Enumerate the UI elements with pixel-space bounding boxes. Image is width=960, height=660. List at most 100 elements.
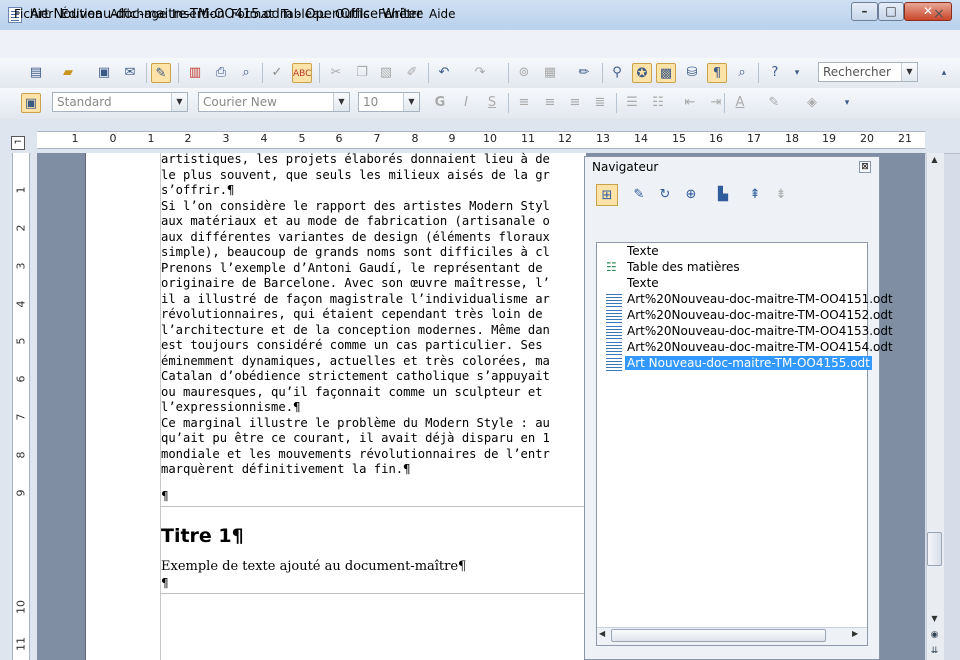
menu-outils[interactable]: Outils: [335, 7, 370, 21]
font-size-select[interactable]: 10 ▼: [358, 92, 420, 112]
align-right-icon[interactable]: ≡: [565, 93, 585, 113]
document-line: aux différentes variantes de design (élé…: [161, 229, 550, 244]
paste-icon[interactable]: ▧: [376, 63, 396, 83]
scroll-down-arrow[interactable]: ▼: [927, 612, 942, 626]
new-document-icon[interactable]: ▤: [26, 63, 46, 83]
numbering-icon[interactable]: ☰: [622, 93, 642, 113]
document-line: ou mauresques, qu’il façonnait comme un …: [161, 384, 550, 399]
font-color-icon[interactable]: A: [730, 93, 750, 113]
font-size-arrow[interactable]: ▼: [403, 93, 419, 111]
toolbar-chevron-icon[interactable]: ▴: [938, 63, 950, 83]
close-document-icon[interactable]: ×: [933, 6, 945, 22]
maximize-button[interactable]: □: [878, 2, 904, 21]
edit-mode-icon[interactable]: ✎: [151, 63, 171, 83]
nav-item-toc[interactable]: Table des matières: [627, 260, 740, 274]
bold-icon[interactable]: G: [430, 93, 450, 113]
align-left-icon[interactable]: ≡: [514, 93, 534, 113]
nav-item-document[interactable]: Art%20Nouveau-doc-maitre-TM-OO4154.odt: [627, 340, 893, 354]
align-center-icon[interactable]: ≡: [540, 93, 560, 113]
navigation-target-icon[interactable]: ◉: [927, 628, 942, 642]
insert-icon[interactable]: ⊕: [680, 184, 702, 206]
move-down-icon[interactable]: ⇟: [770, 184, 792, 206]
menu-edition[interactable]: Édition: [61, 7, 103, 21]
highlight-icon[interactable]: ✎: [764, 93, 784, 113]
vertical-scrollbar[interactable]: [926, 153, 944, 660]
navigator-scroll-thumb[interactable]: [611, 629, 826, 642]
underline-icon[interactable]: S: [482, 93, 502, 113]
nav-item-document[interactable]: Art%20Nouveau-doc-maitre-TM-OO4152.odt: [627, 308, 893, 322]
close-button[interactable]: ✕: [904, 2, 952, 21]
nav-item-text[interactable]: Texte: [627, 244, 659, 258]
redo-icon[interactable]: ↷: [470, 63, 490, 83]
print-preview-icon[interactable]: ⌕: [236, 63, 256, 83]
menu-insertion[interactable]: Insertion: [172, 7, 225, 21]
cut-icon[interactable]: ✂: [326, 63, 346, 83]
search-dropdown-arrow[interactable]: ▼: [901, 63, 917, 81]
spellcheck-icon[interactable]: ✓: [267, 63, 287, 83]
scrollbar-thumb[interactable]: [927, 532, 942, 566]
menu-tableau[interactable]: Tableau: [281, 7, 327, 21]
italic-icon[interactable]: I: [456, 93, 476, 113]
font-name-select[interactable]: Courier New ▼: [198, 92, 350, 112]
open-folder-icon[interactable]: ▰: [58, 63, 78, 83]
menu-fichier[interactable]: Fichier: [14, 7, 53, 21]
increase-indent-icon[interactable]: ⇥: [706, 93, 726, 113]
draw-functions-icon[interactable]: ✏: [574, 63, 594, 83]
formatting-marks-icon[interactable]: ¶: [707, 63, 727, 83]
ruler-tick-label: 20: [860, 132, 874, 145]
navigator-icon[interactable]: ✪: [632, 63, 652, 83]
edit-icon[interactable]: ✎: [628, 184, 650, 206]
print-icon[interactable]: ⎙: [211, 63, 231, 83]
data-sources-icon[interactable]: ⛁: [682, 63, 702, 83]
undo-icon[interactable]: ↶: [434, 63, 454, 83]
nav-item-text[interactable]: Texte: [627, 276, 659, 290]
hyperlink-icon[interactable]: ⊚: [514, 63, 534, 83]
save-icon[interactable]: ▣: [94, 63, 114, 83]
menu-affichage[interactable]: Affichage: [110, 7, 166, 21]
scroll-up-arrow[interactable]: ▲: [927, 153, 942, 167]
nav-item-document[interactable]: Art%20Nouveau-doc-maitre-TM-OO4153.odt: [627, 324, 893, 338]
justify-icon[interactable]: ≣: [590, 93, 610, 113]
nav-item-document-selected[interactable]: Art Nouveau-doc-maitre-TM-OO4155.odt: [625, 356, 872, 370]
save-contents-icon[interactable]: ▙: [712, 184, 734, 206]
help-icon[interactable]: ?: [765, 63, 785, 83]
format-paintbrush-icon[interactable]: ✐: [402, 63, 422, 83]
scroll-left-arrow[interactable]: ◀: [599, 629, 605, 638]
paragraph-style-arrow[interactable]: ▼: [171, 93, 187, 111]
ruler-tick-label: 4: [260, 132, 268, 145]
scroll-right-arrow[interactable]: ▶: [852, 629, 858, 638]
copy-icon[interactable]: ❐: [352, 63, 372, 83]
search-input[interactable]: Rechercher ▼: [818, 62, 918, 82]
tab-type-selector[interactable]: ⌐: [11, 136, 25, 150]
menu-fenetre[interactable]: Fenêtre: [378, 7, 423, 21]
navigator-close-button[interactable]: ⊠: [859, 161, 871, 173]
menu-aide[interactable]: Aide: [429, 7, 456, 21]
menu-format[interactable]: Format: [231, 7, 273, 21]
nav-item-document[interactable]: Art%20Nouveau-doc-maitre-TM-OO4151.odt: [627, 292, 893, 306]
export-pdf-icon[interactable]: ▥: [185, 63, 205, 83]
background-color-icon[interactable]: ◈: [802, 93, 822, 113]
toolbar-overflow-icon[interactable]: ▾: [792, 63, 802, 83]
gallery-icon[interactable]: ▩: [656, 63, 676, 83]
font-name-arrow[interactable]: ▼: [333, 93, 349, 111]
document-line: originaire de Barcelone. Avec son œuvre …: [161, 276, 550, 290]
table-icon[interactable]: ▦: [540, 63, 560, 83]
paragraph-style-select[interactable]: Standard ▼: [52, 92, 188, 112]
decrease-indent-icon[interactable]: ⇤: [680, 93, 700, 113]
zoom-icon[interactable]: ⌕: [732, 63, 752, 83]
bullets-icon[interactable]: ☷: [648, 93, 668, 113]
next-page-icon[interactable]: ⇊: [927, 644, 942, 658]
styles-formatting-icon[interactable]: ▣: [21, 93, 41, 113]
move-up-icon[interactable]: ⇞: [744, 184, 766, 206]
find-replace-icon[interactable]: ⚲: [607, 63, 627, 83]
email-icon[interactable]: ✉: [120, 63, 140, 83]
update-icon[interactable]: ↻: [654, 184, 676, 206]
toggle-master-view-icon[interactable]: ⊞: [596, 184, 618, 206]
menu-bar: [0, 30, 960, 58]
ruler-tick-label: 0: [109, 132, 117, 145]
section-boundary: [160, 506, 585, 507]
search-placeholder: Rechercher: [823, 65, 891, 79]
auto-spellcheck-icon[interactable]: ABC: [292, 63, 312, 83]
minimize-button[interactable]: –: [851, 2, 878, 21]
formatting-overflow-icon[interactable]: ▾: [842, 93, 852, 113]
